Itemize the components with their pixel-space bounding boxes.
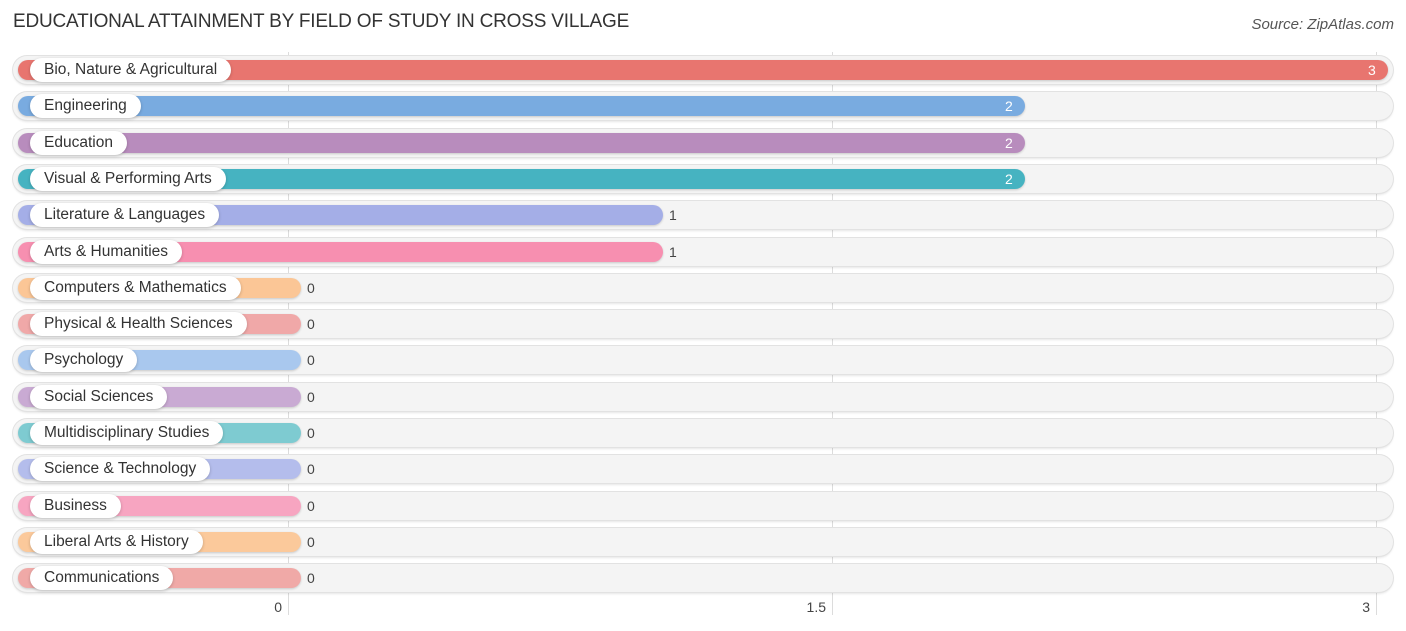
value-label: 0 <box>307 425 315 441</box>
value-label: 0 <box>307 461 315 477</box>
category-label: Multidisciplinary Studies <box>30 421 224 445</box>
bar <box>18 133 1025 153</box>
category-label: Literature & Languages <box>30 203 220 227</box>
category-label: Bio, Nature & Agricultural <box>30 58 232 82</box>
value-label: 0 <box>307 498 315 514</box>
value-label: 0 <box>307 280 315 296</box>
category-label: Communications <box>30 566 174 590</box>
value-label: 0 <box>307 534 315 550</box>
category-label: Engineering <box>30 94 141 118</box>
category-label: Visual & Performing Arts <box>30 167 226 191</box>
x-tick-label: 0 <box>274 599 282 615</box>
value-label: 0 <box>307 389 315 405</box>
value-label: 0 <box>307 570 315 586</box>
category-label: Science & Technology <box>30 457 211 481</box>
bar-chart: Bio, Nature & Agricultural 3 Engineering 2 E… <box>0 0 1406 631</box>
value-label: 1 <box>669 244 677 260</box>
category-label: Business <box>30 494 121 518</box>
x-tick-label: 1.5 <box>806 599 826 615</box>
x-tick-label: 3 <box>1362 599 1370 615</box>
value-label: 2 <box>1005 135 1013 151</box>
category-label: Arts & Humanities <box>30 240 183 264</box>
category-label: Computers & Mathematics <box>30 276 241 300</box>
value-label: 0 <box>307 316 315 332</box>
value-label: 0 <box>307 352 315 368</box>
bar <box>18 96 1025 116</box>
category-label: Liberal Arts & History <box>30 530 203 554</box>
value-label: 2 <box>1005 171 1013 187</box>
category-label: Physical & Health Sciences <box>30 312 247 336</box>
value-label: 2 <box>1005 98 1013 114</box>
category-label: Social Sciences <box>30 385 168 409</box>
value-label: 3 <box>1368 62 1376 78</box>
category-label: Education <box>30 131 127 155</box>
value-label: 1 <box>669 207 677 223</box>
category-label: Psychology <box>30 348 138 372</box>
